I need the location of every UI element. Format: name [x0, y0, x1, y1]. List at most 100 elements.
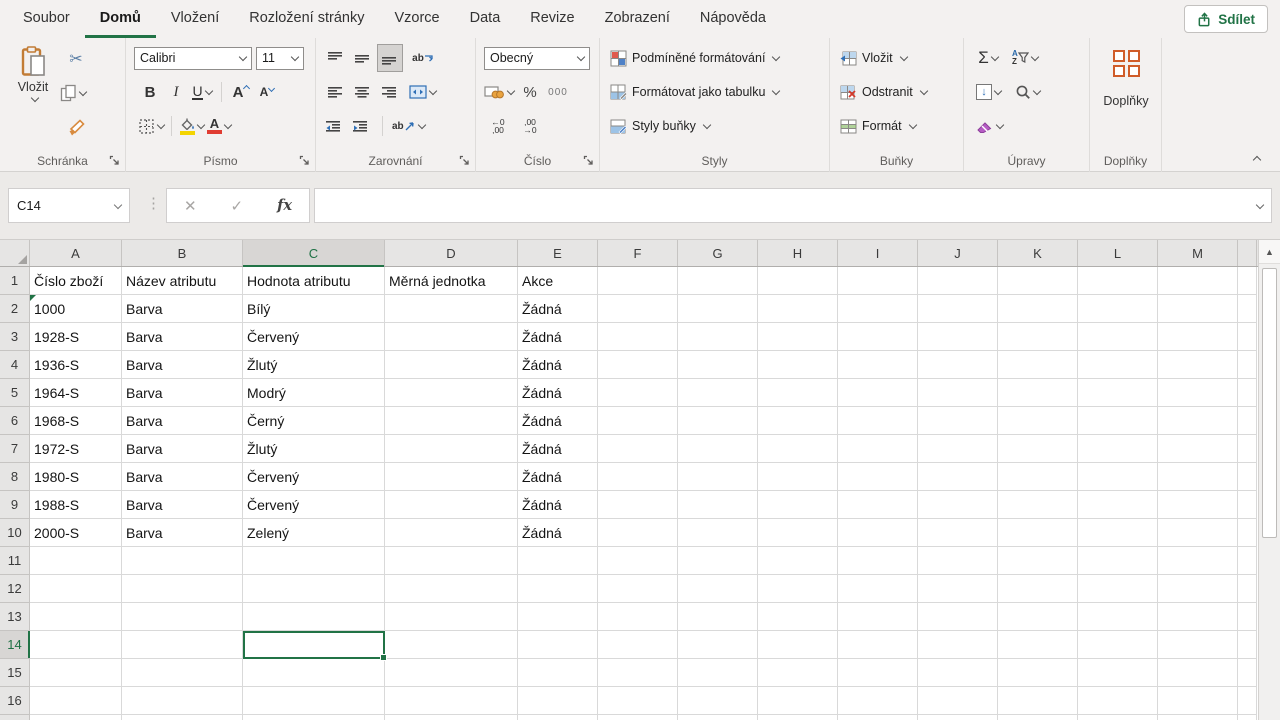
- cell-M11[interactable]: [1158, 547, 1238, 575]
- cell-F7[interactable]: [598, 435, 678, 463]
- cell-H2[interactable]: [758, 295, 838, 323]
- cell-J7[interactable]: [918, 435, 998, 463]
- cell-M15[interactable]: [1158, 659, 1238, 687]
- cell-L15[interactable]: [1078, 659, 1158, 687]
- cell-L5[interactable]: [1078, 379, 1158, 407]
- cell-A12[interactable]: [30, 575, 122, 603]
- increase-decimal-button[interactable]: ←0 ,00: [486, 113, 510, 139]
- cell-C3[interactable]: Červený: [243, 323, 385, 351]
- italic-button[interactable]: I: [164, 79, 188, 105]
- cell-F11[interactable]: [598, 547, 678, 575]
- paste-button[interactable]: Vložit: [8, 40, 58, 101]
- cell-M5[interactable]: [1158, 379, 1238, 407]
- cell-E16[interactable]: [518, 687, 598, 715]
- cell-D6[interactable]: [385, 407, 518, 435]
- cell-D7[interactable]: [385, 435, 518, 463]
- cut-button[interactable]: ✂: [64, 46, 88, 72]
- row-header-11[interactable]: 11: [0, 547, 30, 575]
- font-color-button[interactable]: A: [207, 113, 231, 139]
- cell-L2[interactable]: [1078, 295, 1158, 323]
- cell-D13[interactable]: [385, 603, 518, 631]
- column-header-C[interactable]: C: [243, 240, 385, 266]
- row-header-14[interactable]: 14: [0, 631, 30, 659]
- cell-H17[interactable]: [758, 715, 838, 720]
- cell-I5[interactable]: [838, 379, 918, 407]
- cell-E9[interactable]: Žádná: [518, 491, 598, 519]
- cell-E7[interactable]: Žádná: [518, 435, 598, 463]
- cell-G8[interactable]: [678, 463, 758, 491]
- row-header-5[interactable]: 5: [0, 379, 30, 407]
- collapse-ribbon-chevron[interactable]: [1253, 156, 1261, 164]
- cell-F3[interactable]: [598, 323, 678, 351]
- cell-F17[interactable]: [598, 715, 678, 720]
- borders-button[interactable]: [138, 113, 164, 139]
- cell-F5[interactable]: [598, 379, 678, 407]
- cell-A10[interactable]: 2000-S: [30, 519, 122, 547]
- cell-A13[interactable]: [30, 603, 122, 631]
- cell-A11[interactable]: [30, 547, 122, 575]
- cell-B13[interactable]: [122, 603, 243, 631]
- cell-M4[interactable]: [1158, 351, 1238, 379]
- cell-A16[interactable]: [30, 687, 122, 715]
- tab-nápověda[interactable]: Nápověda: [685, 0, 781, 38]
- cell-K7[interactable]: [998, 435, 1078, 463]
- cell-J15[interactable]: [918, 659, 998, 687]
- cell-G6[interactable]: [678, 407, 758, 435]
- cell-C8[interactable]: Červený: [243, 463, 385, 491]
- cell-B4[interactable]: Barva: [122, 351, 243, 379]
- cell-J14[interactable]: [918, 631, 998, 659]
- cell-K15[interactable]: [998, 659, 1078, 687]
- cell-B7[interactable]: Barva: [122, 435, 243, 463]
- cell-G5[interactable]: [678, 379, 758, 407]
- cell-I7[interactable]: [838, 435, 918, 463]
- cell-C13[interactable]: [243, 603, 385, 631]
- grow-font-button[interactable]: A: [229, 79, 253, 105]
- cell-B2[interactable]: Barva: [122, 295, 243, 323]
- cell-M8[interactable]: [1158, 463, 1238, 491]
- cell-D3[interactable]: [385, 323, 518, 351]
- cell-H7[interactable]: [758, 435, 838, 463]
- cell-K11[interactable]: [998, 547, 1078, 575]
- percent-style-button[interactable]: %: [518, 79, 542, 105]
- format-painter-button[interactable]: [64, 114, 88, 140]
- cell-M14[interactable]: [1158, 631, 1238, 659]
- cell-M10[interactable]: [1158, 519, 1238, 547]
- row-header-10[interactable]: 10: [0, 519, 30, 547]
- cell-J4[interactable]: [918, 351, 998, 379]
- expand-formula-bar-chevron[interactable]: [1256, 200, 1264, 208]
- cell-F2[interactable]: [598, 295, 678, 323]
- font-size-combo[interactable]: 11: [256, 47, 304, 70]
- clipboard-dialog-launcher[interactable]: [109, 155, 121, 167]
- insert-cells-button[interactable]: Vložit: [840, 43, 907, 73]
- cell-L10[interactable]: [1078, 519, 1158, 547]
- cell-A17[interactable]: [30, 715, 122, 720]
- row-header-12[interactable]: 12: [0, 575, 30, 603]
- scrollbar-thumb[interactable]: [1262, 268, 1277, 538]
- cell-D17[interactable]: [385, 715, 518, 720]
- cell-B6[interactable]: Barva: [122, 407, 243, 435]
- cell-D5[interactable]: [385, 379, 518, 407]
- row-header-7[interactable]: 7: [0, 435, 30, 463]
- align-left-button[interactable]: [324, 79, 348, 105]
- cell-F4[interactable]: [598, 351, 678, 379]
- cell-G2[interactable]: [678, 295, 758, 323]
- cell-G13[interactable]: [678, 603, 758, 631]
- align-bottom-button[interactable]: [378, 45, 402, 71]
- cell-G10[interactable]: [678, 519, 758, 547]
- cell-I14[interactable]: [838, 631, 918, 659]
- decrease-decimal-button[interactable]: ,00 →0: [518, 113, 542, 139]
- cell-H5[interactable]: [758, 379, 838, 407]
- cell-J5[interactable]: [918, 379, 998, 407]
- cell-F14[interactable]: [598, 631, 678, 659]
- cell-G4[interactable]: [678, 351, 758, 379]
- cell-K8[interactable]: [998, 463, 1078, 491]
- cell-H4[interactable]: [758, 351, 838, 379]
- cell-G9[interactable]: [678, 491, 758, 519]
- cell-D10[interactable]: [385, 519, 518, 547]
- name-box[interactable]: C14: [8, 188, 130, 223]
- cell-D16[interactable]: [385, 687, 518, 715]
- cell-E2[interactable]: Žádná: [518, 295, 598, 323]
- cell-C17[interactable]: [243, 715, 385, 720]
- column-header-L[interactable]: L: [1078, 240, 1158, 266]
- underline-button[interactable]: U: [190, 79, 214, 105]
